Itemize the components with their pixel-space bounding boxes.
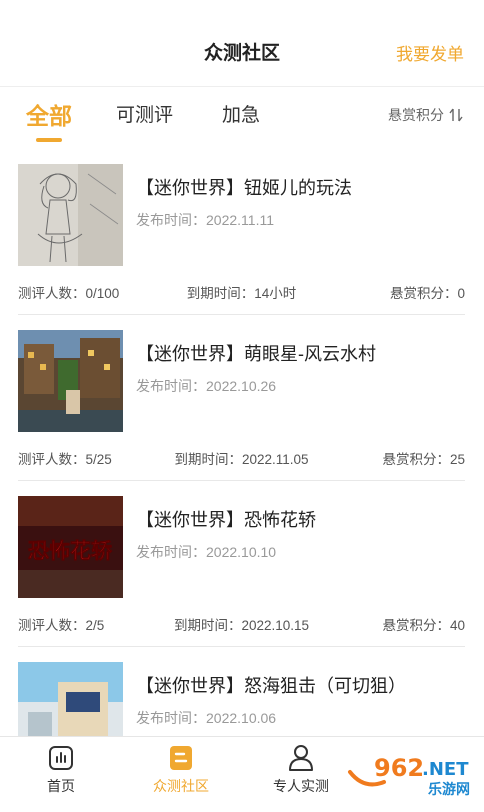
post-order-button[interactable]: 我要发单 xyxy=(396,40,464,65)
nav-home[interactable]: 首页 xyxy=(6,743,116,796)
nav-home-label: 首页 xyxy=(47,778,75,794)
nav-community-label: 众测社区 xyxy=(153,778,209,794)
task-reward-points: 悬赏积分：0 xyxy=(389,286,465,301)
svg-text:乐游网: 乐游网 xyxy=(428,781,470,798)
task-publish-date: 发布时间：2022.10.26 xyxy=(136,378,277,394)
sort-label: 悬赏积分 xyxy=(388,107,444,123)
svg-text:962: 962 xyxy=(374,754,424,782)
tab-all[interactable]: 全部 xyxy=(26,97,72,131)
task-thumbnail xyxy=(18,330,123,432)
chart-icon xyxy=(6,743,116,773)
task-card[interactable]: 恐怖花轿 【迷你世界】恐怖花轿 发布时间：2022.10.10 测评人数：2/5… xyxy=(18,480,465,647)
community-icon xyxy=(126,743,236,773)
task-card[interactable]: 【迷你世界】钮姬儿的玩法 发布时间：2022.11.11 测评人数：0/100 … xyxy=(18,148,465,315)
person-icon xyxy=(246,743,356,773)
task-title: 【迷你世界】钮姬儿的玩法 xyxy=(136,178,352,198)
task-card[interactable]: 【迷你世界】萌眼星-风云水村 发布时间：2022.10.26 测评人数：5/25… xyxy=(18,314,465,481)
task-thumbnail: 恐怖花轿 xyxy=(18,496,123,598)
active-tab-indicator xyxy=(36,138,62,142)
sort-by-reward-button[interactable]: 悬赏积分 xyxy=(388,105,464,125)
nav-expert-test-label: 专人实测 xyxy=(273,778,329,794)
nav-community[interactable]: 众测社区 xyxy=(126,743,236,796)
app-header: 众测社区 我要发单 xyxy=(0,0,484,87)
nav-expert-test[interactable]: 专人实测 xyxy=(246,743,356,796)
task-title: 【迷你世界】怒海狙击（可切狙） xyxy=(136,676,406,696)
task-publish-date: 发布时间：2022.11.11 xyxy=(136,212,274,228)
filter-tabs: 全部 可测评 加急 悬赏积分 xyxy=(0,86,484,148)
thumbnail-caption: 恐怖花轿 xyxy=(28,539,113,563)
task-publish-date: 发布时间：2022.10.10 xyxy=(136,544,277,560)
task-reward-points: 悬赏积分：40 xyxy=(382,618,465,633)
task-publish-date: 发布时间：2022.10.06 xyxy=(136,710,277,726)
sort-icon xyxy=(448,107,464,123)
tab-urgent[interactable]: 加急 xyxy=(222,100,260,127)
site-watermark-logo: 962 .NET 乐游网 xyxy=(344,742,484,800)
task-reward-points: 悬赏积分：25 xyxy=(382,452,465,467)
task-title: 【迷你世界】萌眼星-风云水村 xyxy=(136,344,376,364)
tab-reviewable[interactable]: 可测评 xyxy=(116,100,173,127)
task-title: 【迷你世界】恐怖花轿 xyxy=(136,510,316,530)
svg-text:.NET: .NET xyxy=(422,759,469,780)
task-thumbnail xyxy=(18,164,123,266)
